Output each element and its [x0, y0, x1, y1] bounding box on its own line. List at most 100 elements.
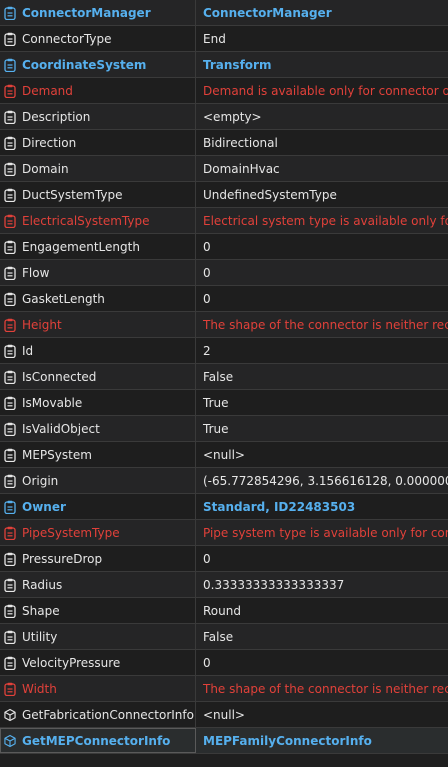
property-name-cell[interactable]: IsMovable — [0, 390, 196, 415]
property-value-cell[interactable]: 0 — [196, 260, 448, 285]
property-name: GasketLength — [22, 291, 105, 306]
property-value-cell[interactable]: <null> — [196, 702, 448, 727]
property-row-shape[interactable]: Shape Round — [0, 598, 448, 624]
property-row-engagement-length[interactable]: EngagementLength 0 — [0, 234, 448, 260]
property-name-cell[interactable]: Flow — [0, 260, 196, 285]
property-name-cell[interactable]: VelocityPressure — [0, 650, 196, 675]
property-value-cell[interactable]: End — [196, 26, 448, 51]
property-value: 0 — [203, 291, 211, 306]
property-name-cell[interactable]: Direction — [0, 130, 196, 155]
property-row-is-valid-object[interactable]: IsValidObject True — [0, 416, 448, 442]
property-name-cell[interactable]: Demand — [0, 78, 196, 103]
property-name-cell[interactable]: ConnectorManager — [0, 0, 196, 25]
property-row-connector-manager[interactable]: ConnectorManager ConnectorManager — [0, 0, 448, 26]
property-row-get-fabrication-connector-info[interactable]: GetFabricationConnectorInfo <null> — [0, 702, 448, 728]
property-value-cell[interactable]: False — [196, 624, 448, 649]
property-value-cell[interactable]: Round — [196, 598, 448, 623]
property-value-cell[interactable]: 2 — [196, 338, 448, 363]
property-name-cell[interactable]: EngagementLength — [0, 234, 196, 259]
property-name-cell[interactable]: Description — [0, 104, 196, 129]
property-value-cell[interactable]: Bidirectional — [196, 130, 448, 155]
property-name-cell[interactable]: DuctSystemType — [0, 182, 196, 207]
property-name-cell[interactable]: ConnectorType — [0, 26, 196, 51]
property-name-cell[interactable]: ElectricalSystemType — [0, 208, 196, 233]
property-value-cell[interactable]: Electrical system type is available only… — [196, 208, 448, 233]
property-name-cell[interactable]: IsConnected — [0, 364, 196, 389]
property-value-cell[interactable]: (-65.772854296, 3.156616128, 0.000000000… — [196, 468, 448, 493]
property-name-cell[interactable]: PressureDrop — [0, 546, 196, 571]
property-value-cell[interactable]: DomainHvac — [196, 156, 448, 181]
property-icon — [4, 422, 16, 436]
property-row-is-connected[interactable]: IsConnected False — [0, 364, 448, 390]
property-name-cell[interactable]: Id — [0, 338, 196, 363]
property-value-cell[interactable]: Transform — [196, 52, 448, 77]
property-value-cell[interactable]: 0 — [196, 234, 448, 259]
property-row-connector-type[interactable]: ConnectorType End — [0, 26, 448, 52]
property-value-cell[interactable]: <empty> — [196, 104, 448, 129]
property-row-gasket-length[interactable]: GasketLength 0 — [0, 286, 448, 312]
property-value: <empty> — [203, 109, 262, 124]
property-name-cell[interactable]: Shape — [0, 598, 196, 623]
property-value-cell[interactable]: False — [196, 364, 448, 389]
property-icon — [4, 448, 16, 462]
property-name: IsValidObject — [22, 421, 100, 436]
property-value-cell[interactable]: Standard, ID22483503 — [196, 494, 448, 519]
property-name-cell[interactable]: IsValidObject — [0, 416, 196, 441]
property-value-cell[interactable]: <null> — [196, 442, 448, 467]
property-value-cell[interactable]: 0 — [196, 546, 448, 571]
property-row-domain[interactable]: Domain DomainHvac — [0, 156, 448, 182]
property-name-cell[interactable]: GetFabricationConnectorInfo — [0, 702, 196, 727]
property-value: False — [203, 369, 234, 384]
property-value-cell[interactable]: 0 — [196, 286, 448, 311]
property-name-cell[interactable]: GetMEPConnectorInfo — [0, 728, 196, 753]
property-name-cell[interactable]: CoordinateSystem — [0, 52, 196, 77]
property-row-id[interactable]: Id 2 — [0, 338, 448, 364]
property-value-cell[interactable]: UndefinedSystemType — [196, 182, 448, 207]
property-value-cell[interactable]: The shape of the connector is neither re… — [196, 312, 448, 337]
property-row-demand[interactable]: Demand Demand is available only for conne… — [0, 78, 448, 104]
property-value-cell[interactable]: Demand is available only for connector o… — [196, 78, 448, 103]
property-row-flow[interactable]: Flow 0 — [0, 260, 448, 286]
property-name-cell[interactable]: Width — [0, 676, 196, 701]
property-row-direction[interactable]: Direction Bidirectional — [0, 130, 448, 156]
property-row-owner[interactable]: Owner Standard, ID22483503 — [0, 494, 448, 520]
property-name-cell[interactable]: GasketLength — [0, 286, 196, 311]
property-name: CoordinateSystem — [22, 57, 147, 72]
property-row-pipe-system-type[interactable]: PipeSystemType Pipe system type is availa… — [0, 520, 448, 546]
property-value-cell[interactable]: The shape of the connector is neither re… — [196, 676, 448, 701]
property-name-cell[interactable]: Domain — [0, 156, 196, 181]
property-name-cell[interactable]: PipeSystemType — [0, 520, 196, 545]
property-value-cell[interactable]: Pipe system type is available only for c… — [196, 520, 448, 545]
property-icon — [4, 500, 16, 514]
property-row-width[interactable]: Width The shape of the connector is neith… — [0, 676, 448, 702]
property-row-radius[interactable]: Radius 0.33333333333333337 — [0, 572, 448, 598]
property-value-cell[interactable]: 0 — [196, 650, 448, 675]
property-icon — [4, 32, 16, 46]
property-row-height[interactable]: Height The shape of the connector is neit… — [0, 312, 448, 338]
property-row-velocity-pressure[interactable]: VelocityPressure 0 — [0, 650, 448, 676]
property-row-pressure-drop[interactable]: PressureDrop 0 — [0, 546, 448, 572]
property-name-cell[interactable]: Origin — [0, 468, 196, 493]
property-name-cell[interactable]: Height — [0, 312, 196, 337]
property-row-electrical-system-type[interactable]: ElectricalSystemType Electrical system ty… — [0, 208, 448, 234]
property-row-get-mepconnector-info[interactable]: GetMEPConnectorInfo MEPFamilyConnectorInf… — [0, 728, 448, 754]
property-name-cell[interactable]: Radius — [0, 572, 196, 597]
property-row-utility[interactable]: Utility False — [0, 624, 448, 650]
property-name-cell[interactable]: Owner — [0, 494, 196, 519]
property-row-mepsystem[interactable]: MEPSystem <null> — [0, 442, 448, 468]
property-row-description[interactable]: Description <empty> — [0, 104, 448, 130]
property-name: ElectricalSystemType — [22, 213, 150, 228]
property-value-cell[interactable]: True — [196, 390, 448, 415]
property-value: False — [203, 629, 234, 644]
property-row-duct-system-type[interactable]: DuctSystemType UndefinedSystemType — [0, 182, 448, 208]
property-row-coordinate-system[interactable]: CoordinateSystem Transform — [0, 52, 448, 78]
property-name-cell[interactable]: Utility — [0, 624, 196, 649]
property-value: (-65.772854296, 3.156616128, 0.000000000… — [203, 473, 448, 488]
property-value-cell[interactable]: 0.33333333333333337 — [196, 572, 448, 597]
property-value-cell[interactable]: ConnectorManager — [196, 0, 448, 25]
property-row-origin[interactable]: Origin (-65.772854296, 3.156616128, 0.000… — [0, 468, 448, 494]
property-value-cell[interactable]: True — [196, 416, 448, 441]
property-value-cell[interactable]: MEPFamilyConnectorInfo — [196, 728, 448, 753]
property-row-is-movable[interactable]: IsMovable True — [0, 390, 448, 416]
property-name-cell[interactable]: MEPSystem — [0, 442, 196, 467]
